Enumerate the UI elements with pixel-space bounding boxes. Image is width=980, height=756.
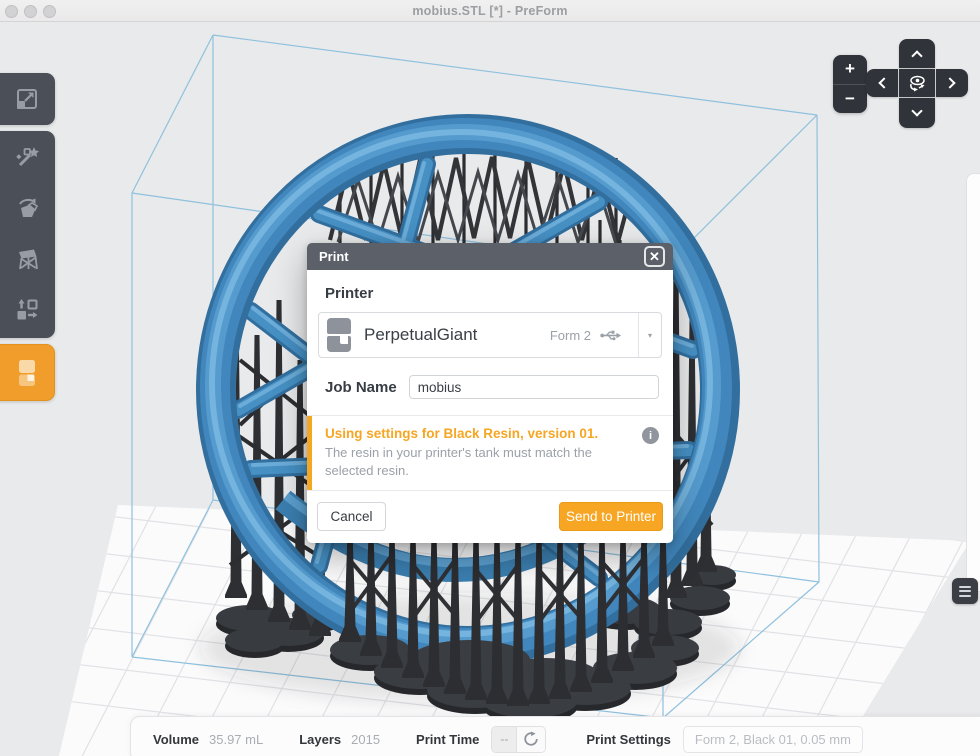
usb-icon: [600, 328, 622, 343]
tool-one-click-print-button[interactable]: [0, 131, 55, 182]
printer-select[interactable]: PerpetualGiant Form 2 ▾: [318, 312, 662, 358]
chevron-left-icon: [878, 77, 889, 88]
close-dialog-button[interactable]: ✕: [644, 246, 665, 267]
layers-value: 2015: [351, 732, 380, 747]
print-icon: [14, 358, 40, 388]
pan-left-button[interactable]: [866, 69, 898, 97]
tool-supports-button[interactable]: [0, 233, 55, 284]
volume-label: Volume: [153, 732, 199, 747]
print-dialog: Print ✕ Printer PerpetualGiant Form 2: [307, 243, 673, 543]
layout-icon: [14, 297, 40, 323]
dialog-title: Print: [319, 249, 349, 264]
tool-orient-button[interactable]: [0, 182, 55, 233]
job-name-label: Job Name: [325, 379, 397, 396]
job-name-input[interactable]: [409, 375, 659, 399]
model-list-scrollbar[interactable]: [966, 173, 980, 592]
tool-group: [0, 131, 55, 338]
close-icon: ✕: [649, 249, 660, 265]
tool-size-button[interactable]: [0, 73, 55, 125]
dialog-footer: Cancel Send to Printer: [307, 491, 673, 543]
printer-name: PerpetualGiant: [364, 325, 550, 345]
printer-model: Form 2: [550, 328, 591, 343]
info-icon[interactable]: i: [642, 427, 659, 444]
chevron-down-icon: [911, 105, 922, 116]
scale-icon: [14, 86, 40, 112]
window-controls: [0, 0, 56, 22]
cancel-button[interactable]: Cancel: [317, 502, 386, 531]
orbit-icon: [906, 72, 928, 94]
chevron-up-icon: [911, 50, 922, 61]
list-icon: [959, 586, 971, 588]
print-settings-stat: Print Settings Form 2, Black 01, 0.05 mm: [586, 726, 863, 753]
job-name-row: Job Name: [307, 358, 673, 415]
print-time-label: Print Time: [416, 732, 479, 747]
print-time-value: --: [492, 727, 517, 752]
resin-warning: Using settings for Black Resin, version …: [307, 416, 673, 490]
app-window: mobius.STL [*] - PreForm: [0, 0, 980, 756]
status-bar: Volume 35.97 mL Layers 2015 Print Time -…: [130, 716, 980, 756]
zoom-control: + −: [833, 55, 867, 113]
print-settings-value: Form 2, Black 01, 0.05 mm: [695, 732, 851, 747]
layers-label: Layers: [299, 732, 341, 747]
print-settings-value-box[interactable]: Form 2, Black 01, 0.05 mm: [683, 726, 863, 753]
print-time-stat: Print Time --: [416, 726, 546, 753]
pan-right-button[interactable]: [936, 69, 968, 97]
print-dialog-body: Printer PerpetualGiant Form 2 ▾: [307, 270, 673, 543]
refresh-print-time-button[interactable]: [517, 727, 545, 752]
warning-body: The resin in your printer's tank must ma…: [325, 444, 631, 479]
tool-layout-button[interactable]: [0, 284, 55, 335]
zoom-out-button[interactable]: −: [833, 85, 867, 114]
print-settings-label: Print Settings: [586, 732, 671, 747]
one-click-print-icon: [14, 144, 40, 170]
pan-up-button[interactable]: [899, 39, 935, 68]
form2-printer-icon: [327, 318, 351, 352]
chevron-right-icon: [944, 77, 955, 88]
volume-value: 35.97 mL: [209, 732, 263, 747]
model-list-toggle-button[interactable]: [952, 578, 978, 604]
window-title: mobius.STL [*] - PreForm: [412, 4, 567, 18]
layers-stat: Layers 2015: [299, 732, 380, 747]
warning-title: Using settings for Black Resin, version …: [325, 426, 631, 441]
orbit-view-button[interactable]: [899, 69, 935, 97]
send-to-printer-button[interactable]: Send to Printer: [559, 502, 663, 531]
printer-dropdown-caret[interactable]: ▾: [639, 331, 661, 340]
zoom-window-button[interactable]: [43, 5, 56, 18]
tool-print-button[interactable]: [0, 344, 55, 401]
supports-icon: [14, 246, 40, 272]
pan-down-button[interactable]: [899, 98, 935, 128]
zoom-in-button[interactable]: +: [833, 55, 867, 85]
print-dialog-header[interactable]: Print ✕: [307, 243, 673, 270]
title-bar: mobius.STL [*] - PreForm: [0, 0, 980, 22]
orient-icon: [14, 195, 40, 221]
close-window-button[interactable]: [5, 5, 18, 18]
print-time-widget: --: [491, 726, 546, 753]
printer-section-label: Printer: [307, 270, 673, 302]
refresh-icon: [523, 731, 539, 747]
volume-stat: Volume 35.97 mL: [153, 732, 263, 747]
minimize-window-button[interactable]: [24, 5, 37, 18]
